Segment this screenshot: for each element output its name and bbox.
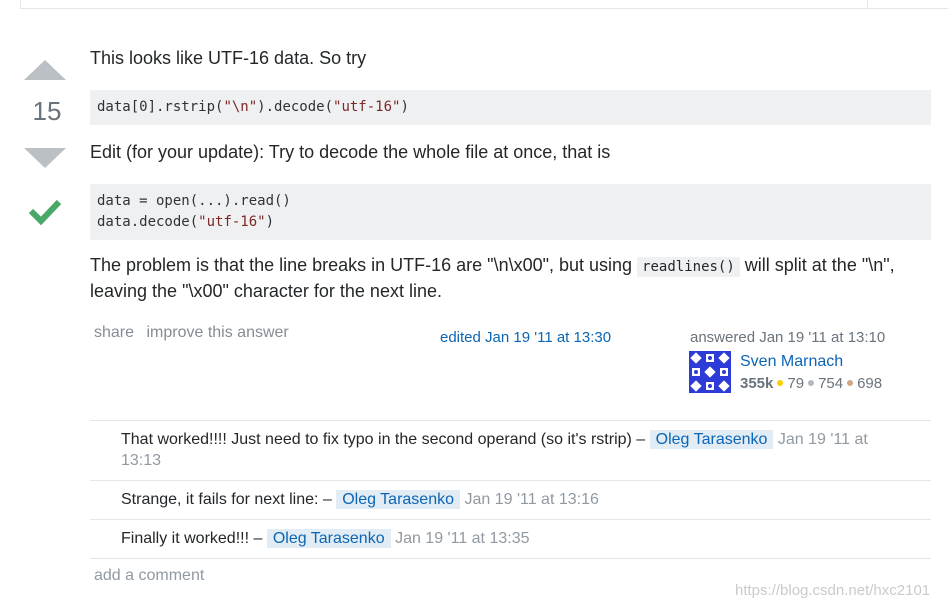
code-text: ) — [265, 214, 275, 230]
code-text: ).decode( — [257, 99, 334, 115]
checkmark-icon — [28, 199, 62, 226]
gold-badge-icon — [777, 380, 784, 387]
bronze-badge-count: 698 — [857, 375, 883, 392]
comment: Strange, it fails for next line: – Oleg … — [90, 481, 931, 520]
comment: Finally it worked!!! – Oleg Tarasenko Ja… — [90, 520, 931, 559]
edited-link[interactable]: edited Jan 19 '11 at 13:30 — [440, 329, 611, 346]
avatar-pattern — [708, 356, 712, 360]
comment: That worked!!!! Just need to fix typo in… — [90, 421, 931, 481]
reputation-score: 355k — [740, 375, 774, 392]
divider — [866, 8, 948, 9]
comment-text: Finally it worked!!! – — [121, 530, 267, 547]
avatar-pattern — [722, 370, 726, 374]
answer-paragraph: The problem is that the line breaks in U… — [90, 253, 920, 303]
code-string: "utf-16" — [333, 99, 401, 115]
avatar[interactable] — [689, 351, 731, 393]
paragraph-text: The problem is that the line breaks in U… — [90, 255, 638, 275]
previous-answer-border — [20, 0, 868, 9]
code-string: "\n" — [223, 99, 258, 115]
comment-date[interactable]: Jan 19 '11 at 13:16 — [464, 491, 598, 508]
code-text: data[0].rstrip( — [97, 99, 224, 115]
code-line: data = open(...).read() — [97, 193, 291, 209]
comments-list: That worked!!!! Just need to fix typo in… — [90, 420, 931, 559]
silver-badge-icon — [808, 380, 815, 387]
code-text: data.decode( — [97, 214, 199, 230]
gold-badge-count: 79 — [787, 375, 805, 392]
avatar-pattern — [694, 370, 698, 374]
user-name-link[interactable]: Sven Marnach — [740, 353, 843, 371]
avatar-pattern — [708, 384, 712, 388]
improve-answer-link[interactable]: improve this answer — [146, 324, 288, 341]
watermark: https://blog.csdn.net/hxc2101 — [735, 582, 931, 599]
checkmark-path — [28, 199, 62, 226]
comment-user-link[interactable]: Oleg Tarasenko — [266, 529, 391, 548]
comment-text: That worked!!!! Just need to fix typo in… — [121, 431, 650, 448]
arrow-down-icon[interactable] — [24, 148, 66, 168]
inline-code: readlines() — [637, 257, 740, 277]
share-link[interactable]: share — [94, 324, 134, 341]
user-reputation: 355k 79 754 698 — [740, 375, 882, 392]
code-string: "utf-16" — [198, 214, 266, 230]
answer-paragraph: Edit (for your update): Try to decode th… — [90, 142, 611, 162]
add-comment-link[interactable]: add a comment — [94, 567, 204, 585]
post-menu: share improve this answer — [94, 324, 297, 342]
code-text: ) — [400, 99, 409, 115]
answer-paragraph: This looks like UTF-16 data. So try — [90, 48, 367, 68]
arrow-up-icon[interactable] — [24, 60, 66, 80]
answered-time: answered Jan 19 '11 at 13:10 — [690, 329, 886, 346]
comment-user-link[interactable]: Oleg Tarasenko — [336, 490, 460, 509]
vote-count: 15 — [32, 96, 62, 126]
comment-text: Strange, it fails for next line: – — [121, 491, 337, 508]
comment-date[interactable]: Jan 19 '11 at 13:35 — [395, 530, 529, 547]
code-block: data[0].rstrip("\n").decode("utf-16") — [90, 90, 931, 125]
bronze-badge-icon — [847, 380, 854, 387]
silver-badge-count: 754 — [818, 375, 844, 392]
code-block: data = open(...).read() data.decode("utf… — [90, 184, 931, 240]
comment-user-link[interactable]: Oleg Tarasenko — [649, 430, 774, 449]
